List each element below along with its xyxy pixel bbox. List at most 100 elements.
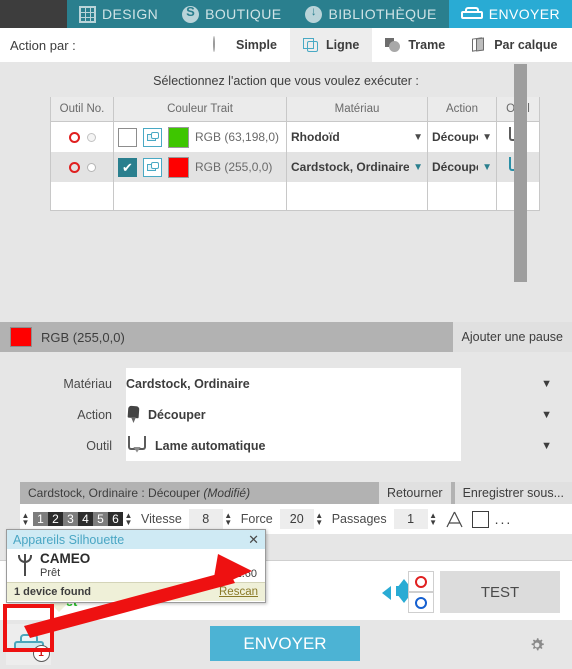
nav-tab-envoyer[interactable]: ENVOYER [448,0,572,28]
speed-chip[interactable]: 5 [93,512,108,526]
action-value: Découpe [432,130,479,144]
speed-label: Vitesse [141,512,182,526]
force-value[interactable]: 20 [279,509,314,529]
passes-label: Passages [331,512,387,526]
speed-increment-spinner[interactable]: ▲ ▼ [123,512,134,527]
nav-tab-design[interactable]: DESIGN [67,0,170,28]
field-action-value-wrap: Découper [126,406,541,423]
gear-icon[interactable] [528,636,546,654]
speed-chip[interactable]: 6 [108,512,123,526]
top-navigation-bar: DESIGN BOUTIQUE BIBLIOTHÈQUE ENVOYER [0,0,572,28]
lines-overlap-icon [303,37,319,53]
table-row[interactable]: RGB (63,198,0) Rhodoïd ▼ Découpe ▼ [50,121,540,152]
tool-radio-gray-icon[interactable] [86,132,96,142]
chevron-down-icon[interactable]: ▼ [541,409,552,421]
more-options-button[interactable]: ... [495,511,513,527]
tab-trame[interactable]: Trame [372,28,459,62]
test-button[interactable]: TEST [440,571,560,613]
table-scrollbar-thumb[interactable] [514,64,527,282]
test-button-label: TEST [480,583,520,601]
speed-chip[interactable]: 3 [63,512,78,526]
speed-chip[interactable]: 2 [48,512,63,526]
save-as-button[interactable]: Enregistrer sous... [454,482,572,504]
action-mode-tabs: Simple Ligne Trame Par calque [200,28,571,62]
cell-outil-no [50,121,114,152]
material-preset-header: Cardstock, Ordinaire : Découper (Modifié… [20,482,572,504]
speed-decrement-spinner[interactable]: ▲ ▼ [20,512,31,527]
tab-simple[interactable]: Simple [200,28,290,62]
color-label: RGB (255,0,0) [195,160,273,174]
row-checkbox[interactable]: ✔ [118,157,137,177]
tab-ligne-label: Ligne [326,38,360,52]
table-header-row: Outil No. Couleur Trait Matériau Action … [50,97,540,122]
chevron-down-icon[interactable]: ▼ [482,162,492,173]
grid-icon [79,5,97,23]
circle-outline-icon [213,36,229,53]
selected-color-swatch [10,327,32,347]
popup-footer: 1 device found Rescan [7,582,265,601]
speed-value-spinner[interactable]: ▲ ▼ [223,512,234,527]
field-outil-value: Lame automatique [155,438,266,453]
field-action-label: Action [77,407,112,422]
column-header-couleur-trait: Couleur Trait [113,97,287,122]
tab-par-calque-label: Par calque [494,38,558,52]
field-action[interactable]: Action Découper ▼ [0,399,572,430]
chevron-down-icon[interactable]: ▼ [413,132,423,143]
field-materiau-label: Matériau [63,376,112,391]
popup-body[interactable]: CAMEO Prêt 1.60 [7,549,265,582]
test-cut-blue-button[interactable] [408,592,434,613]
force-value-spinner[interactable]: ▲ ▼ [314,512,325,527]
save-as-label: Enregistrer sous... [462,486,564,500]
nav-tab-bibliotheque[interactable]: BIBLIOTHÈQUE [293,0,448,28]
passes-value-spinner[interactable]: ▲ ▼ [428,512,439,527]
passes-value[interactable]: 1 [393,509,428,529]
tool-radio-gray-icon[interactable] [86,162,96,172]
field-outil-value-wrap: Lame automatique [126,435,541,456]
nav-tab-envoyer-label: ENVOYER [488,6,560,22]
action-table: Outil No. Couleur Trait Matériau Action … [50,97,540,211]
triangle-blade-angle-icon[interactable] [445,511,464,528]
tool-radio-red-icon[interactable] [68,131,80,143]
send-button[interactable]: ENVOYER [210,626,360,661]
preset-title-main: Cardstock, Ordinaire : Découper [28,486,204,500]
add-pause-button[interactable]: Ajouter une pause [452,322,572,352]
test-cut-red-button[interactable] [408,571,434,592]
nav-items-group: DESIGN BOUTIQUE BIBLIOTHÈQUE ENVOYER [67,0,572,28]
revert-button[interactable]: Retourner [378,482,451,504]
rescan-link[interactable]: Rescan [219,586,258,598]
layer-preview-icon[interactable] [143,127,162,147]
tool-radio-red-icon[interactable] [68,161,80,173]
cell-action[interactable]: Découpe ▼ [427,152,497,182]
speed-chips[interactable]: 1 2 3 4 5 6 [33,512,123,526]
layer-preview-icon[interactable] [143,157,162,177]
table-row[interactable]: ✔ RGB (255,0,0) Cardstock, Ordinaire ▼ D… [50,152,540,182]
close-icon[interactable]: ✕ [248,532,259,548]
chevron-down-icon[interactable]: ▼ [482,132,492,143]
speed-chip[interactable]: 1 [33,512,48,526]
field-action-value: Découper [148,407,206,422]
chevron-down-icon[interactable]: ▼ [413,162,423,173]
tab-par-calque[interactable]: Par calque [458,28,571,62]
square-icon[interactable] [471,510,489,528]
nav-tab-boutique[interactable]: BOUTIQUE [170,0,293,28]
column-header-materiau: Matériau [286,97,428,122]
firmware-version: 1.60 [235,568,257,580]
blade-icon [126,435,148,456]
field-outil[interactable]: Outil Lame automatique ▼ [0,430,572,461]
cell-materiau[interactable]: Cardstock, Ordinaire ▼ [286,152,428,182]
cloud-download-icon [305,4,323,23]
annotation-highlight-box [3,604,54,652]
speed-value[interactable]: 8 [188,509,223,529]
action-par-label: Action par : [10,37,76,53]
chevron-down-icon[interactable]: ▼ [541,440,552,452]
chevron-down-icon[interactable]: ▼ [541,378,552,390]
color-swatch [168,156,189,178]
tab-ligne[interactable]: Ligne [290,28,373,62]
speed-chip[interactable]: 4 [78,512,93,526]
cell-action[interactable]: Découpe ▼ [427,121,497,152]
row-checkbox[interactable] [118,127,137,147]
cell-materiau[interactable]: Rhodoïd ▼ [286,121,428,152]
nav-tab-boutique-label: BOUTIQUE [205,6,282,22]
field-materiau[interactable]: Matériau Cardstock, Ordinaire ▼ [0,368,572,399]
store-icon [182,4,200,23]
